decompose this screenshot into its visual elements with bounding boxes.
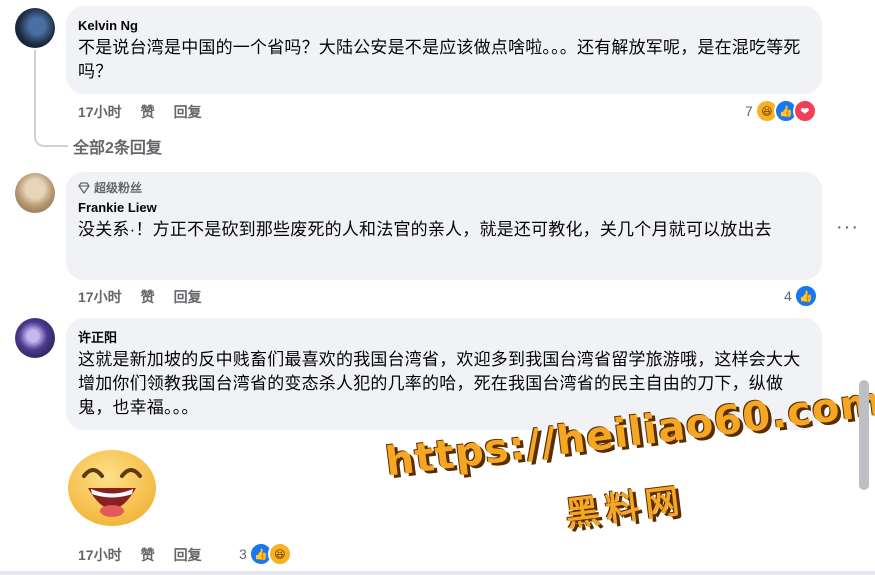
more-options-icon[interactable]: ··· xyxy=(836,216,859,239)
reply-button[interactable]: 回复 xyxy=(174,545,202,565)
comment-author[interactable]: 许正阳 xyxy=(78,330,810,346)
comment-actions: 17小时 赞 回复 xyxy=(78,545,202,565)
comment-time[interactable]: 17小时 xyxy=(78,545,122,565)
reaction-count: 3 xyxy=(239,546,247,562)
comment-time[interactable]: 17小时 xyxy=(78,287,122,307)
comment-author[interactable]: Frankie Liew xyxy=(78,200,810,216)
diamond-icon xyxy=(78,182,90,194)
reaction-summary[interactable]: 4 👍 xyxy=(784,284,818,308)
reaction-summary[interactable]: 3 👍 😆 xyxy=(239,542,292,566)
comment-bubble: 超级粉丝 Frankie Liew 没关系·！方正不是砍到那些废死的人和法官的亲… xyxy=(66,172,822,280)
comment-author[interactable]: Kelvin Ng xyxy=(78,18,810,34)
comment-actions: 17小时 赞 回复 xyxy=(78,287,202,307)
watermark-title: 黑料网 xyxy=(563,481,688,535)
comment-actions: 17小时 赞 回复 xyxy=(78,102,202,122)
top-fan-badge: 超级粉丝 xyxy=(78,180,810,196)
like-button[interactable]: 赞 xyxy=(141,545,155,565)
reaction-count: 4 xyxy=(784,288,792,304)
like-icon: 👍 xyxy=(793,284,818,308)
avatar-xu-zhengyang[interactable] xyxy=(15,318,55,358)
comment-time[interactable]: 17小时 xyxy=(78,102,122,122)
laughing-emoji-sticker xyxy=(68,450,156,526)
reply-thread-line xyxy=(34,50,68,147)
comment-text: 没关系·！方正不是砍到那些废死的人和法官的亲人，就是还可教化，关几个月就可以放出… xyxy=(78,220,772,239)
like-button[interactable]: 赞 xyxy=(141,102,155,122)
reply-button[interactable]: 回复 xyxy=(174,287,202,307)
comment-bubble: Kelvin Ng 不是说台湾是中国的一个省吗？大陆公安是不是应该做点啥啦。。。… xyxy=(66,6,822,94)
love-icon: ❤ xyxy=(792,99,817,123)
avatar-kelvin-ng[interactable] xyxy=(15,8,55,48)
badge-label: 超级粉丝 xyxy=(94,181,143,195)
scrollbar-thumb[interactable] xyxy=(859,380,869,490)
reply-button[interactable]: 回复 xyxy=(174,102,202,122)
avatar-frankie-liew[interactable] xyxy=(15,173,55,213)
reaction-count: 7 xyxy=(745,103,753,119)
comment-text: 不是说台湾是中国的一个省吗？大陆公安是不是应该做点啥啦。。。还有解放军呢，是在混… xyxy=(78,38,801,81)
haha-icon: 😆 xyxy=(267,542,292,566)
reaction-summary[interactable]: 7 😆 👍 ❤ xyxy=(745,99,817,123)
like-button[interactable]: 赞 xyxy=(141,287,155,307)
divider xyxy=(0,571,875,575)
view-replies-link[interactable]: 全部2条回复 xyxy=(73,134,162,158)
